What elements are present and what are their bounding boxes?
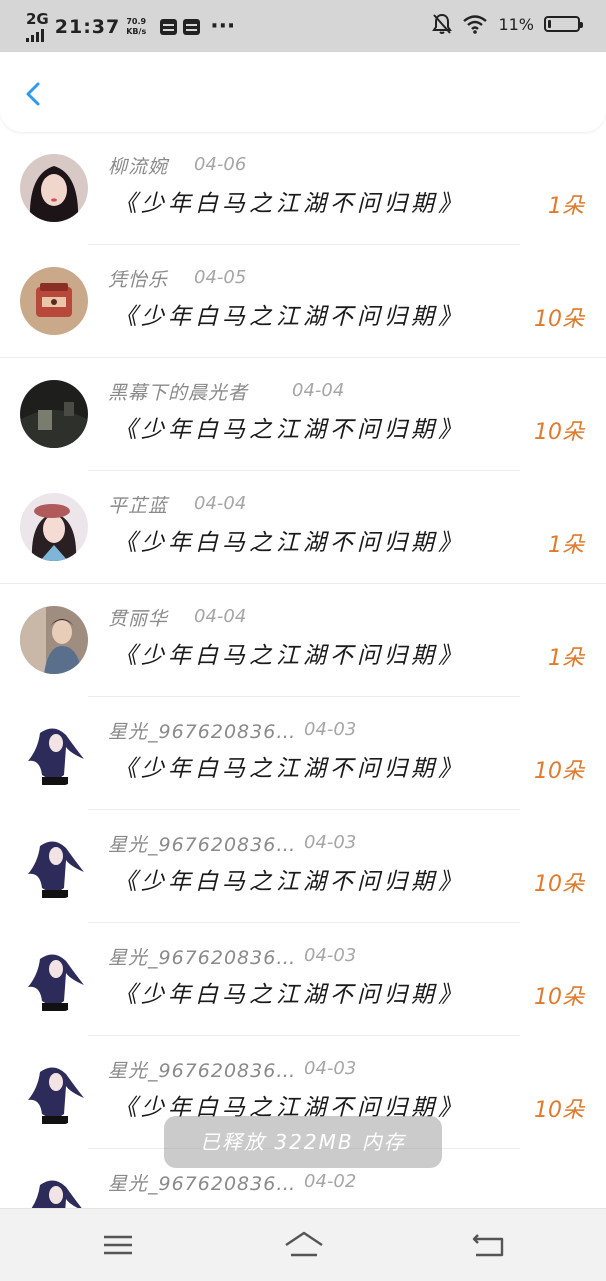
gift-count: 10朵 (534, 1098, 584, 1123)
date: 04-04 (194, 606, 247, 627)
date: 04-05 (194, 267, 247, 288)
book-title: 《少年白马之江湖不问归期》 (114, 304, 465, 330)
username: 星光_967620836… (108, 834, 297, 856)
book-title: 《少年白马之江湖不问归期》 (114, 643, 465, 669)
book-title: 《少年白马之江湖不问归期》 (114, 191, 465, 217)
avatar[interactable] (20, 945, 88, 1013)
app-notification-icon (160, 19, 178, 35)
avatar[interactable] (20, 606, 88, 674)
bell-off-icon (432, 13, 453, 34)
list-item[interactable]: 星光_967620836… 04-03 《少年白马之江湖不问归期》 10朵 (0, 923, 606, 1036)
wifi-icon (463, 15, 488, 34)
avatar[interactable] (20, 267, 88, 335)
battery-percent: 11% (498, 14, 534, 34)
status-right: 11% (432, 13, 583, 35)
back-icon (472, 1234, 504, 1257)
status-bar: 2G 21:37 70.9 KB/s ··· 11% (0, 0, 606, 52)
gift-count: 1朵 (548, 194, 584, 219)
date: 04-03 (304, 832, 357, 853)
gift-count: 10朵 (534, 759, 584, 784)
book-title: 《少年白马之江湖不问归期》 (114, 530, 465, 556)
avatar[interactable] (20, 1058, 88, 1126)
signal-icon (26, 26, 44, 42)
network-speed: 70.9 KB/s (126, 17, 146, 37)
book-title: 《少年白马之江湖不问归期》 (114, 417, 465, 443)
date: 04-03 (304, 719, 357, 740)
list-item[interactable]: 黑幕下的晨光者 04-04 《少年白马之江湖不问归期》 10朵 (0, 358, 606, 471)
date: 04-03 (304, 1058, 357, 1079)
app-header (0, 52, 606, 132)
gift-count: 1朵 (548, 533, 584, 558)
avatar[interactable] (20, 380, 88, 448)
menu-icon (104, 1235, 132, 1255)
clock: 21:37 (54, 16, 121, 38)
chevron-left-icon (26, 82, 40, 106)
list-item[interactable]: 柳流婉 04-06 《少年白马之江湖不问归期》 1朵 (0, 132, 606, 245)
username: 星光_967620836… (108, 947, 297, 969)
battery-icon (544, 16, 583, 32)
gift-count: 10朵 (534, 420, 584, 445)
book-title: 《少年白马之江湖不问归期》 (114, 982, 465, 1008)
username: 黑幕下的晨光者 (108, 382, 249, 404)
avatar[interactable] (20, 719, 88, 787)
avatar[interactable] (20, 154, 88, 222)
gift-count: 10朵 (534, 872, 584, 897)
back-button[interactable] (14, 74, 54, 114)
date: 04-06 (194, 154, 247, 175)
speed-value: 70.9 (126, 17, 147, 26)
username: 星光_967620836… (108, 1060, 297, 1082)
memory-toast: 已释放 322MB 内存 (164, 1116, 442, 1168)
home-icon (285, 1231, 323, 1257)
gift-count: 10朵 (534, 985, 584, 1010)
list-item[interactable]: 凭怡乐 04-05 《少年白马之江湖不问归期》 10朵 (0, 245, 606, 358)
list-item[interactable]: 星光_967620836… 04-03 《少年白马之江湖不问归期》 10朵 (0, 810, 606, 923)
username: 星光_967620836… (108, 1173, 297, 1195)
date: 04-03 (304, 945, 357, 966)
username: 凭怡乐 (108, 269, 169, 291)
gift-count: 10朵 (534, 307, 584, 332)
network-type: 2G (26, 10, 49, 28)
gift-count: 1朵 (548, 646, 584, 671)
gift-record-list[interactable]: 柳流婉 04-06 《少年白马之江湖不问归期》 1朵 凭怡乐 04-05 《少年… (0, 132, 606, 1208)
list-item[interactable]: 平芷蓝 04-04 《少年白马之江湖不问归期》 1朵 (0, 471, 606, 584)
app-notification-icon (183, 19, 201, 35)
date: 04-04 (292, 380, 345, 401)
avatar[interactable] (20, 493, 88, 561)
system-nav-bar (0, 1208, 606, 1281)
avatar[interactable] (20, 1171, 88, 1208)
date: 04-04 (194, 493, 247, 514)
list-item[interactable]: 星光_967620836… 04-03 《少年白马之江湖不问归期》 10朵 (0, 697, 606, 810)
username: 柳流婉 (108, 156, 169, 178)
more-notifications-icon: ··· (210, 14, 236, 39)
username: 星光_967620836… (108, 721, 297, 743)
menu-button[interactable] (100, 1227, 136, 1263)
speed-unit: KB/s (126, 27, 147, 36)
home-button[interactable] (283, 1227, 325, 1263)
battery-level (548, 20, 551, 28)
status-left: 2G 21:37 70.9 KB/s ··· (26, 12, 235, 42)
username: 贯丽华 (108, 608, 169, 630)
avatar[interactable] (20, 832, 88, 900)
username: 平芷蓝 (108, 495, 169, 517)
book-title: 《少年白马之江湖不问归期》 (114, 756, 465, 782)
nav-back-button[interactable] (470, 1227, 506, 1263)
book-title: 《少年白马之江湖不问归期》 (114, 869, 465, 895)
date: 04-02 (304, 1171, 357, 1192)
list-item[interactable]: 贯丽华 04-04 《少年白马之江湖不问归期》 1朵 (0, 584, 606, 697)
